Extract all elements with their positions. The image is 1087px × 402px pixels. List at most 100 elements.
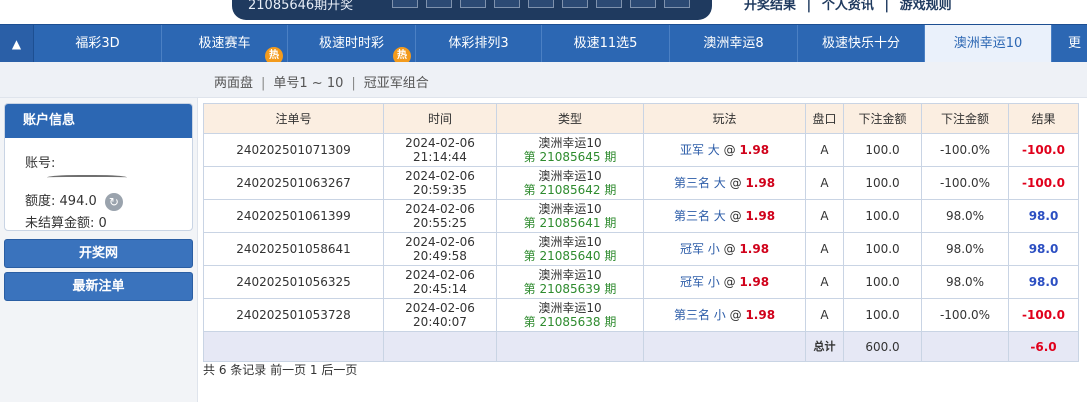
bet-amount: 100.0	[843, 265, 922, 299]
ball-icon	[528, 0, 554, 8]
odds-value: 1.98	[745, 308, 776, 322]
nav-item-label: 极速时时彩	[318, 36, 384, 51]
bet-time-text: 20:40:07	[413, 315, 467, 329]
bet-date-text: 2024-02-06	[405, 202, 475, 216]
table-row: 240202501063267 2024-02-06 20:59:35 澳洲幸运1…	[203, 166, 1079, 200]
at-sign: @	[729, 308, 742, 322]
bet-play: 亚军 大 @ 1.98	[643, 133, 806, 167]
bet-id: 240202501071309	[203, 133, 384, 167]
bet-type: 澳洲幸运10 第 21085638 期	[496, 298, 644, 332]
bet-date-text: 2024-02-06	[405, 169, 475, 183]
bet-time: 2024-02-06 20:40:07	[383, 298, 497, 332]
bet-percent: 98.0%	[921, 265, 1009, 299]
bet-id: 240202501058641	[203, 232, 384, 266]
subnav-guanyajun[interactable]: 冠亚军组合	[364, 76, 429, 91]
nav-item-label: 极速赛车	[198, 36, 251, 51]
ball-icon	[392, 0, 418, 8]
nav-item-aozhou-xingyun10[interactable]: 澳洲幸运10	[925, 25, 1052, 63]
empty-cell	[383, 331, 497, 362]
account-label: 账号:	[25, 156, 56, 171]
bet-percent: 98.0%	[921, 199, 1009, 233]
bet-time: 2024-02-06 21:14:44	[383, 133, 497, 167]
subnav-liangmianpan[interactable]: 两面盘	[214, 76, 253, 91]
subnav-separator: |	[351, 76, 356, 91]
play-name: 冠军 小	[679, 275, 720, 289]
top-strip: 21085646期开奖 开奖结果 | 个人资讯 | 游戏规则	[0, 0, 1087, 24]
odds-value: 1.98	[739, 143, 770, 157]
bet-pan: A	[805, 298, 844, 332]
collapse-arrow-icon[interactable]: ▲	[0, 25, 34, 63]
empty-cell	[921, 331, 1009, 362]
credit-value: 494.0	[59, 194, 97, 209]
nav-item-fucai3d[interactable]: 福彩3D	[34, 25, 162, 63]
bet-time-text: 20:49:58	[413, 249, 467, 263]
table-row: 240202501071309 2024-02-06 21:14:44 澳洲幸运1…	[203, 133, 1079, 167]
issue-number: 第 21085642 期	[523, 183, 617, 197]
bet-play: 第三名 大 @ 1.98	[643, 199, 806, 233]
bet-play: 冠军 小 @ 1.98	[643, 232, 806, 266]
table-row: 240202501058641 2024-02-06 20:49:58 澳洲幸运1…	[203, 232, 1079, 266]
odds-value: 1.98	[739, 275, 770, 289]
nav-item-jisu-kuaile10[interactable]: 极速快乐十分	[798, 25, 925, 63]
draw-issue-text: 21085646期开奖	[248, 0, 354, 13]
table-row: 240202501053728 2024-02-06 20:40:07 澳洲幸运1…	[203, 298, 1079, 332]
bet-result: -100.0	[1008, 298, 1079, 332]
bet-play: 第三名 小 @ 1.98	[643, 298, 806, 332]
nav-item-ticai-pailie3[interactable]: 体彩排列3	[416, 25, 542, 63]
bet-result: 98.0	[1008, 232, 1079, 266]
latest-bets-button[interactable]: 最新注单	[4, 272, 193, 301]
column-header: 注单号	[203, 103, 384, 134]
bet-percent: -100.0%	[921, 298, 1009, 332]
game-name: 澳洲幸运10	[538, 169, 602, 183]
table-row: 240202501056325 2024-02-06 20:45:14 澳洲幸运1…	[203, 265, 1079, 299]
bet-play: 冠军 小 @ 1.98	[643, 265, 806, 299]
game-name: 澳洲幸运10	[538, 202, 602, 216]
total-row: 总计 600.0 -6.0	[203, 331, 1079, 362]
table-header-row: 注单号 时间 类型 玩法 盘口 下注金额 下注金额 结果	[203, 103, 1079, 134]
empty-cell	[496, 331, 644, 362]
odds-value: 1.98	[739, 242, 770, 256]
bet-time-text: 21:14:44	[413, 150, 467, 164]
at-sign: @	[729, 209, 742, 223]
column-header: 下注金额	[921, 103, 1009, 134]
link-game-rules[interactable]: 游戏规则	[900, 0, 952, 13]
issue-number: 第 21085639 期	[523, 282, 617, 296]
column-header: 盘口	[805, 103, 844, 134]
pagination[interactable]: 共 6 条记录 前一页 1 后一页	[203, 361, 357, 378]
link-personal-info[interactable]: 个人资讯	[822, 0, 874, 13]
bet-pan: A	[805, 265, 844, 299]
unsettled-value: 0	[98, 216, 107, 231]
nav-item-more[interactable]: 更多	[1052, 25, 1087, 89]
link-draw-results[interactable]: 开奖结果	[744, 0, 796, 13]
issue-number: 第 21085645 期	[523, 150, 617, 164]
game-name: 澳洲幸运10	[538, 235, 602, 249]
bet-time-text: 20:59:35	[413, 183, 467, 197]
at-sign: @	[723, 143, 736, 157]
nav-item-jisu-11xuan5[interactable]: 极速11选5	[542, 25, 670, 63]
ball-icon	[494, 0, 520, 8]
link-separator: |	[884, 0, 890, 13]
bet-time-text: 20:45:14	[413, 282, 467, 296]
nav-item-label: 澳洲幸运10	[953, 36, 1023, 51]
bets-table: 注单号 时间 类型 玩法 盘口 下注金额 下注金额 结果 24020250107…	[203, 103, 1079, 362]
bet-type: 澳洲幸运10 第 21085645 期	[496, 133, 644, 167]
bet-result: -100.0	[1008, 133, 1079, 167]
bets-table-wrap: 注单号 时间 类型 玩法 盘口 下注金额 下注金额 结果 24020250107…	[203, 103, 1079, 362]
empty-cell	[643, 331, 806, 362]
total-result: -6.0	[1008, 331, 1079, 362]
ball-icon	[630, 0, 656, 8]
sidebar: 账户信息 账号: 额度: 494.0 ↻ 未结算金额: 0 开奖网 最新注单	[0, 98, 198, 402]
total-label: 总计	[805, 331, 844, 362]
nav-item-aozhou-xingyun8[interactable]: 澳洲幸运8	[670, 25, 798, 63]
at-sign: @	[723, 275, 736, 289]
refresh-icon[interactable]: ↻	[104, 192, 123, 211]
unsettled-row: 未结算金额: 0	[25, 212, 107, 231]
subnav-danhao[interactable]: 单号1 ~ 10	[273, 76, 343, 91]
draw-site-button[interactable]: 开奖网	[4, 239, 193, 268]
odds-value: 1.98	[745, 209, 776, 223]
bet-time: 2024-02-06 20:45:14	[383, 265, 497, 299]
bet-type: 澳洲幸运10 第 21085639 期	[496, 265, 644, 299]
bet-play: 第三名 大 @ 1.98	[643, 166, 806, 200]
bet-amount: 100.0	[843, 166, 922, 200]
credit-row: 额度: 494.0 ↻	[25, 190, 123, 211]
